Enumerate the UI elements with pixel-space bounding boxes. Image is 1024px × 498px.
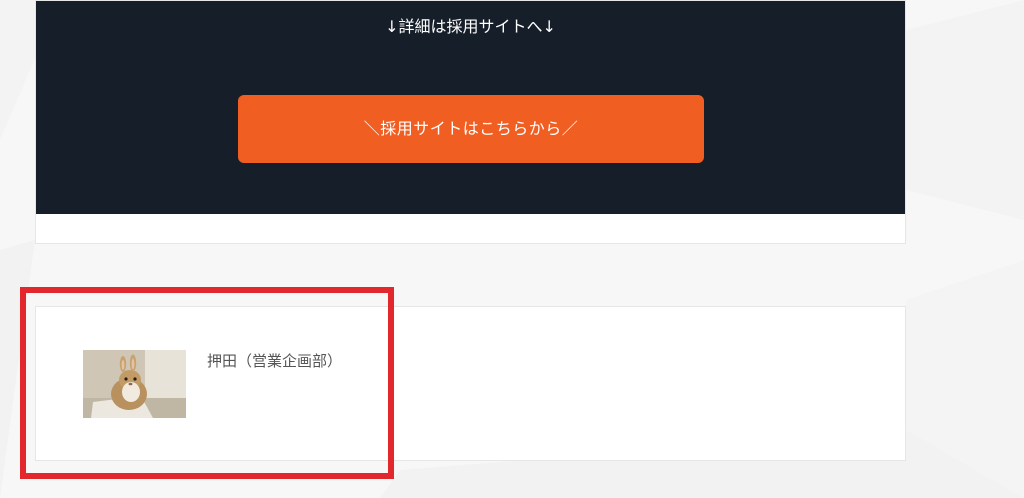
rabbit-photo-icon [83, 350, 186, 418]
author-card: 押田（営業企画部） [35, 306, 906, 461]
recruit-section-card: ↓詳細は採用サイトへ↓ ＼採用サイトはこちらから／ [35, 0, 906, 244]
author-name: 押田（営業企画部） [207, 352, 343, 370]
recruit-dark-panel: ↓詳細は採用サイトへ↓ ＼採用サイトはこちらから／ [36, 1, 905, 214]
recruit-site-button[interactable]: ＼採用サイトはこちらから／ [238, 95, 704, 163]
author-avatar[interactable] [83, 350, 186, 418]
recruit-lead-text: ↓詳細は採用サイトへ↓ [385, 17, 556, 36]
